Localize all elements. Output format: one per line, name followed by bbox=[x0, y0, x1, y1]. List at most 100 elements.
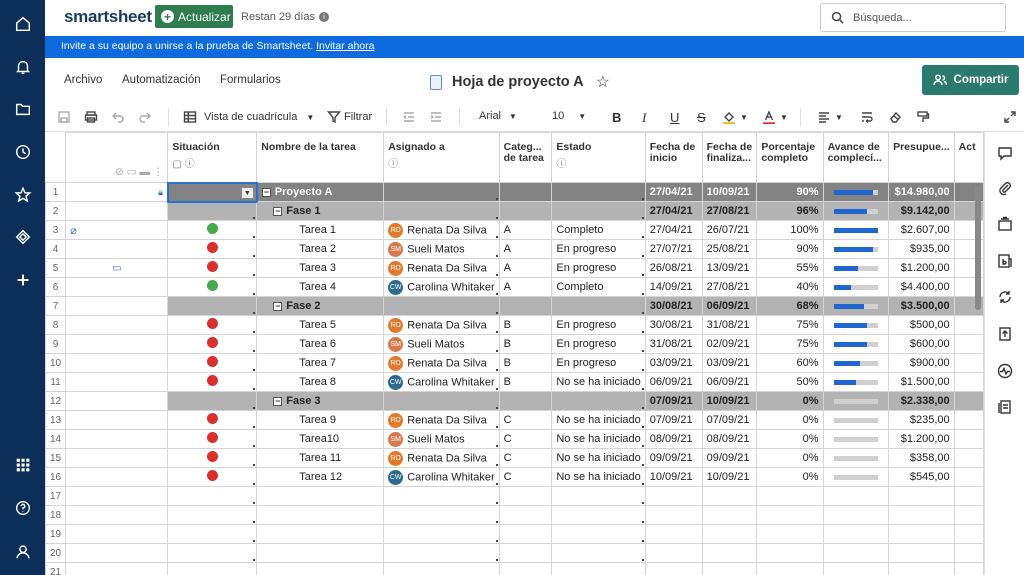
situacion-cell[interactable] bbox=[167, 220, 258, 240]
category-cell[interactable] bbox=[498, 296, 553, 316]
start-date-cell[interactable] bbox=[644, 562, 703, 575]
bell-icon[interactable] bbox=[0, 55, 45, 79]
start-date-cell[interactable]: 27/04/21 bbox=[644, 182, 703, 202]
budget-cell[interactable] bbox=[888, 562, 955, 575]
budget-cell[interactable] bbox=[888, 486, 955, 506]
end-date-cell[interactable]: 06/09/21 bbox=[701, 296, 758, 316]
situacion-cell[interactable] bbox=[167, 543, 258, 563]
row-number[interactable]: 10 bbox=[45, 353, 67, 373]
budget-cell[interactable]: $2.338,00 bbox=[888, 391, 955, 411]
star-icon[interactable] bbox=[0, 183, 45, 207]
table-row[interactable]: 4 Tarea 2 SM Sueli Matos A En progreso 27/07/2… bbox=[45, 239, 984, 259]
progress-cell[interactable] bbox=[822, 562, 890, 575]
assignee-cell[interactable]: RD Renata Da Silva bbox=[383, 448, 500, 468]
assignee-cell[interactable] bbox=[383, 296, 500, 316]
search-input[interactable]: Búsqueda... bbox=[820, 3, 1006, 32]
act-cell[interactable] bbox=[953, 448, 984, 468]
budget-cell[interactable]: $1.500,00 bbox=[888, 372, 955, 392]
end-date-cell[interactable]: 26/07/21 bbox=[701, 220, 758, 240]
percent-cell[interactable]: 90% bbox=[756, 182, 824, 202]
row-number[interactable]: 7 bbox=[45, 296, 67, 316]
percent-cell[interactable] bbox=[756, 524, 824, 544]
percent-cell[interactable] bbox=[756, 505, 824, 525]
table-row[interactable]: 10 Tarea 7 RD Renata Da Silva B En progreso 03… bbox=[45, 353, 984, 373]
assignee-cell[interactable]: RD Renata Da Silva bbox=[383, 315, 500, 335]
percent-cell[interactable] bbox=[756, 562, 824, 575]
start-date-cell[interactable]: 26/08/21 bbox=[644, 258, 703, 278]
category-cell[interactable]: B bbox=[498, 353, 553, 373]
strikethrough-icon[interactable]: S bbox=[697, 110, 706, 125]
row-number[interactable]: 9 bbox=[45, 334, 67, 354]
row-number[interactable]: 2 bbox=[45, 201, 67, 221]
progress-cell[interactable] bbox=[822, 448, 890, 468]
percent-cell[interactable]: 55% bbox=[756, 258, 824, 278]
col-porcentaje[interactable]: Porcentaje completo bbox=[756, 132, 824, 183]
situacion-cell[interactable] bbox=[167, 391, 258, 411]
budget-cell[interactable]: $1.200,00 bbox=[888, 258, 955, 278]
table-row[interactable]: 21 bbox=[45, 562, 984, 575]
end-date-cell[interactable]: 27/08/21 bbox=[701, 277, 758, 297]
progress-cell[interactable] bbox=[822, 258, 890, 278]
situacion-cell[interactable] bbox=[167, 334, 258, 354]
font-size-select[interactable]: 10 ▼ bbox=[552, 110, 586, 122]
situacion-cell[interactable] bbox=[167, 562, 258, 575]
table-row[interactable]: 9 Tarea 6 SM Sueli Matos B En progreso 31/08/2… bbox=[45, 334, 984, 354]
progress-cell[interactable] bbox=[822, 429, 890, 449]
assignee-cell[interactable] bbox=[383, 486, 500, 506]
row-number[interactable]: 11 bbox=[45, 372, 67, 392]
estado-cell[interactable]: En progreso bbox=[551, 239, 646, 259]
assignee-cell[interactable]: CW Carolina Whitaker bbox=[383, 277, 500, 297]
percent-cell[interactable]: 0% bbox=[756, 429, 824, 449]
act-cell[interactable] bbox=[953, 410, 984, 430]
table-row[interactable]: 6 Tarea 4 CW Carolina Whitaker A Completo 14/0… bbox=[45, 277, 984, 297]
estado-cell[interactable]: No se ha iniciado bbox=[551, 429, 646, 449]
task-name-cell[interactable] bbox=[256, 524, 385, 544]
row-number[interactable]: 12 bbox=[45, 391, 67, 411]
table-row[interactable]: 11 Tarea 8 CW Carolina Whitaker B No se ha in… bbox=[45, 372, 984, 392]
task-name-cell[interactable] bbox=[256, 543, 385, 563]
situacion-cell[interactable] bbox=[167, 524, 258, 544]
progress-cell[interactable] bbox=[822, 277, 890, 297]
estado-cell[interactable]: Completo bbox=[551, 277, 646, 297]
percent-cell[interactable] bbox=[756, 486, 824, 506]
assignee-cell[interactable] bbox=[383, 562, 500, 575]
table-row[interactable]: 14 Tarea10 SM Sueli Matos C No se ha iniciado… bbox=[45, 429, 984, 449]
row-number[interactable]: 17 bbox=[45, 486, 67, 506]
estado-cell[interactable]: En progreso bbox=[551, 258, 646, 278]
progress-cell[interactable] bbox=[822, 543, 890, 563]
row-number[interactable]: 13 bbox=[45, 410, 67, 430]
estado-cell[interactable] bbox=[551, 505, 646, 525]
category-cell[interactable] bbox=[498, 486, 553, 506]
estado-cell[interactable] bbox=[551, 391, 646, 411]
launcher-grid-icon[interactable] bbox=[0, 453, 45, 477]
act-cell[interactable] bbox=[953, 543, 984, 563]
act-cell[interactable] bbox=[953, 372, 984, 392]
estado-cell[interactable] bbox=[551, 486, 646, 506]
percent-cell[interactable]: 68% bbox=[756, 296, 824, 316]
task-name-cell[interactable]: Tarea 5 bbox=[256, 315, 385, 335]
category-cell[interactable] bbox=[498, 524, 553, 544]
estado-cell[interactable]: En progreso bbox=[551, 315, 646, 335]
category-cell[interactable] bbox=[498, 562, 553, 575]
clear-format-icon[interactable] bbox=[888, 110, 902, 124]
situacion-cell[interactable] bbox=[167, 258, 258, 278]
comments-icon[interactable] bbox=[997, 145, 1013, 161]
start-date-cell[interactable]: 14/09/21 bbox=[644, 277, 703, 297]
clock-icon[interactable] bbox=[0, 140, 45, 164]
start-date-cell[interactable]: 09/09/21 bbox=[644, 448, 703, 468]
situacion-cell[interactable] bbox=[167, 429, 258, 449]
progress-cell[interactable] bbox=[822, 486, 890, 506]
col-fecha-inicio[interactable]: Fecha de inicio bbox=[644, 132, 703, 183]
estado-cell[interactable]: No se ha iniciado bbox=[551, 467, 646, 487]
progress-cell[interactable] bbox=[822, 239, 890, 259]
assignee-cell[interactable]: CW Carolina Whitaker bbox=[383, 372, 500, 392]
end-date-cell[interactable]: 09/09/21 bbox=[701, 448, 758, 468]
task-name-cell[interactable] bbox=[256, 562, 385, 575]
format-painter-icon[interactable] bbox=[916, 110, 930, 124]
assignee-cell[interactable] bbox=[383, 201, 500, 221]
act-cell[interactable] bbox=[953, 391, 984, 411]
situacion-cell[interactable] bbox=[167, 486, 258, 506]
task-name-cell[interactable] bbox=[256, 486, 385, 506]
end-date-cell[interactable] bbox=[701, 543, 758, 563]
share-button[interactable]: Compartir bbox=[922, 65, 1019, 95]
